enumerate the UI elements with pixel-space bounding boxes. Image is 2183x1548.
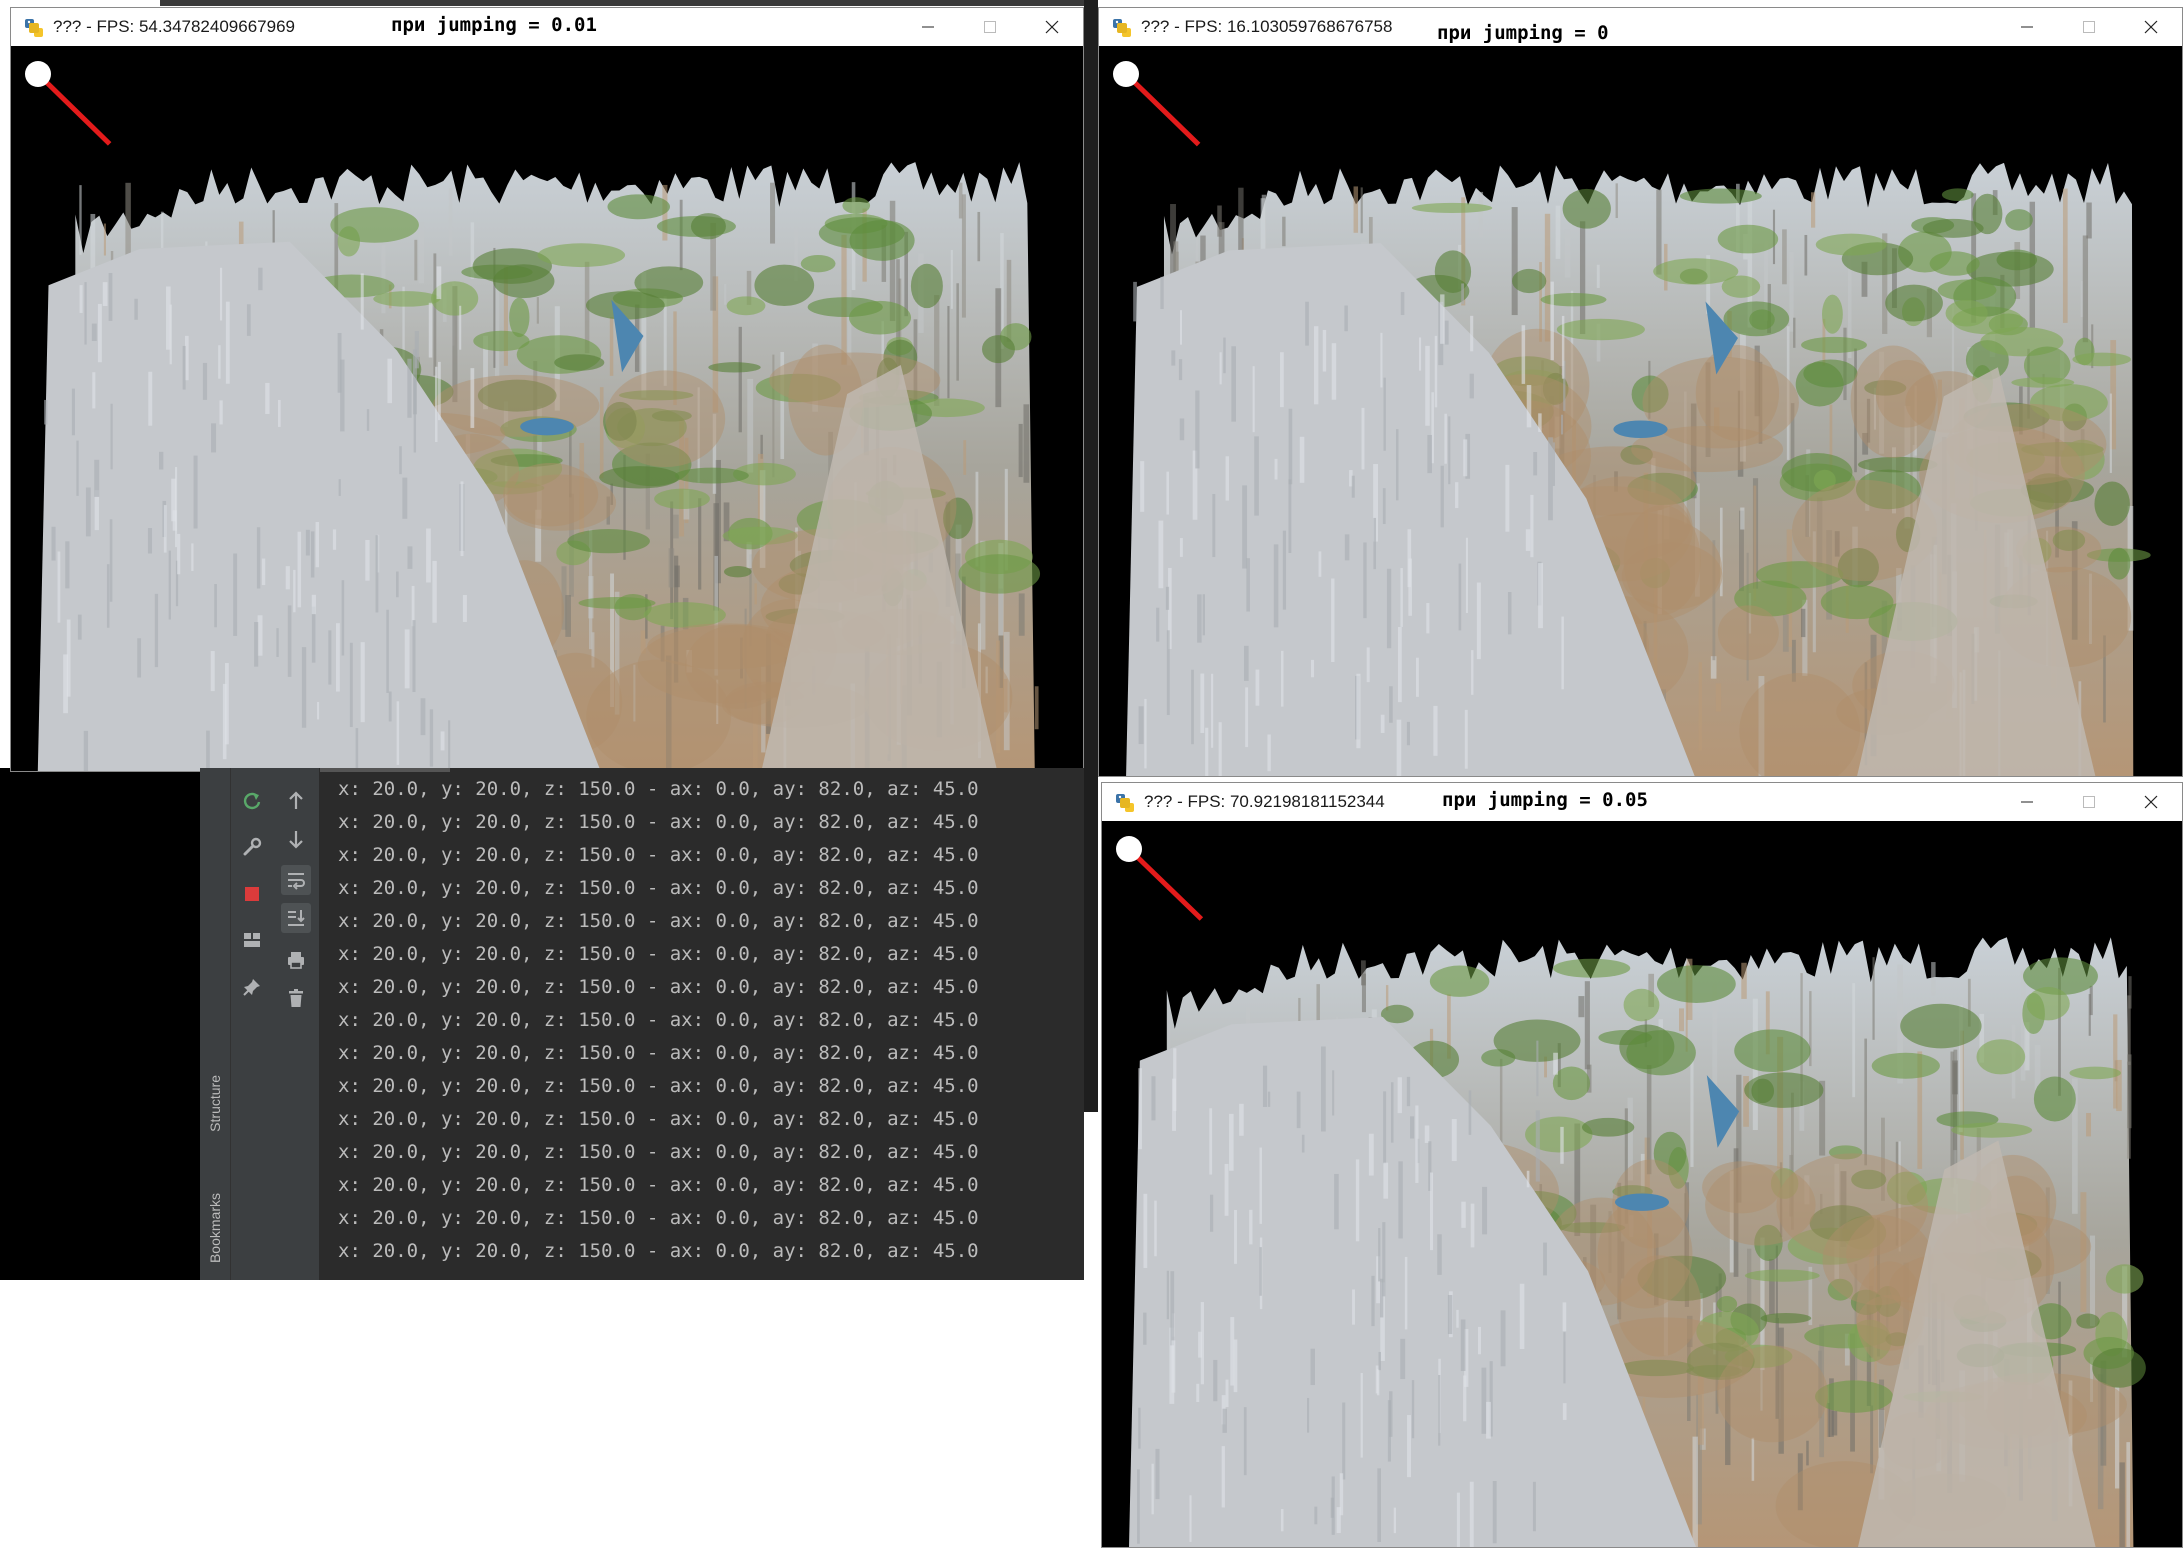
close-button[interactable] bbox=[2120, 783, 2182, 821]
maximize-icon bbox=[984, 21, 996, 33]
ide-run-panel: Structure Bookmarks x: 20.0, y: 20.0, z:… bbox=[200, 768, 1084, 1280]
layout-button[interactable] bbox=[231, 923, 273, 957]
trash-icon bbox=[289, 989, 303, 1007]
soft-wrap-icon bbox=[288, 873, 305, 890]
console-line: x: 20.0, y: 20.0, z: 150.0 - ax: 0.0, ay… bbox=[338, 1174, 979, 1196]
jumping-caption: при jumping = 0.05 bbox=[1442, 789, 1648, 811]
ide-side-tabs: Structure Bookmarks bbox=[200, 768, 231, 1280]
side-tab-structure-label: Structure bbox=[207, 1074, 223, 1132]
stop-icon bbox=[245, 887, 259, 901]
render-window-3[interactable]: ??? - FPS: 70.92198181152344 при jumping… bbox=[1101, 782, 2183, 1548]
terrain-render bbox=[25, 61, 1041, 771]
console-line: x: 20.0, y: 20.0, z: 150.0 - ax: 0.0, ay… bbox=[338, 811, 979, 833]
rerun-icon bbox=[243, 792, 261, 810]
run-toolbar-secondary bbox=[273, 768, 320, 1280]
desktop-dark-strip bbox=[1084, 0, 1098, 1112]
render-window-1[interactable]: ??? - FPS: 54.34782409667969 при jumping… bbox=[10, 7, 1084, 772]
close-icon bbox=[2144, 795, 2158, 809]
desktop-top-bar bbox=[160, 0, 1084, 6]
window-title: ??? - FPS: 54.34782409667969 bbox=[53, 17, 295, 36]
window-title: ??? - FPS: 70.92198181152344 bbox=[1144, 792, 1385, 811]
console-line: x: 20.0, y: 20.0, z: 150.0 - ax: 0.0, ay… bbox=[338, 1240, 979, 1262]
window-titlebar[interactable]: ??? - FPS: 16.103059768676758 при jumpin… bbox=[1099, 8, 2182, 46]
arrow-up-icon bbox=[289, 791, 303, 809]
scroll-to-end-button[interactable] bbox=[273, 901, 319, 935]
soft-wrap-button[interactable] bbox=[273, 863, 319, 897]
minimize-button[interactable] bbox=[1996, 783, 2058, 821]
window-titlebar[interactable]: ??? - FPS: 70.92198181152344 при jumping… bbox=[1102, 783, 2182, 821]
jumping-caption: при jumping = 0 bbox=[1437, 22, 1609, 44]
close-button[interactable] bbox=[2120, 8, 2182, 46]
close-icon bbox=[1045, 20, 1059, 34]
maximize-button[interactable] bbox=[2058, 8, 2120, 46]
scroll-up-button[interactable] bbox=[273, 784, 319, 818]
printer-icon bbox=[288, 952, 304, 969]
maximize-icon bbox=[2083, 796, 2095, 808]
jumping-caption: при jumping = 0.01 bbox=[391, 14, 597, 36]
scroll-to-end-icon bbox=[288, 910, 305, 926]
console-line: x: 20.0, y: 20.0, z: 150.0 - ax: 0.0, ay… bbox=[338, 943, 979, 965]
pin-button[interactable] bbox=[231, 970, 273, 1004]
console-line: x: 20.0, y: 20.0, z: 150.0 - ax: 0.0, ay… bbox=[338, 910, 979, 932]
close-icon bbox=[2144, 20, 2158, 34]
terrain-viewport[interactable] bbox=[11, 46, 1083, 771]
clear-button[interactable] bbox=[273, 981, 319, 1015]
side-tab-structure[interactable]: Structure bbox=[200, 1053, 230, 1153]
minimize-icon bbox=[922, 26, 934, 28]
console-line: x: 20.0, y: 20.0, z: 150.0 - ax: 0.0, ay… bbox=[338, 1108, 979, 1130]
maximize-button[interactable] bbox=[2058, 783, 2120, 821]
arrow-down-icon bbox=[289, 831, 303, 849]
settings-button[interactable] bbox=[231, 830, 273, 864]
minimize-button[interactable] bbox=[1996, 8, 2058, 46]
side-tab-bookmarks-label: Bookmarks bbox=[207, 1192, 223, 1264]
run-toolbar-primary bbox=[231, 768, 273, 1280]
console-line: x: 20.0, y: 20.0, z: 150.0 - ax: 0.0, ay… bbox=[338, 1075, 979, 1097]
console-line: x: 20.0, y: 20.0, z: 150.0 - ax: 0.0, ay… bbox=[338, 1207, 979, 1229]
python-icon bbox=[1113, 19, 1131, 37]
scroll-down-button[interactable] bbox=[273, 822, 319, 856]
terrain-render bbox=[1113, 61, 2151, 776]
console-line: x: 20.0, y: 20.0, z: 150.0 - ax: 0.0, ay… bbox=[338, 976, 979, 998]
terrain-render bbox=[1116, 836, 2146, 1547]
pin-icon bbox=[243, 979, 260, 996]
console-line: x: 20.0, y: 20.0, z: 150.0 - ax: 0.0, ay… bbox=[338, 877, 979, 899]
desktop-dark-area bbox=[0, 768, 200, 1280]
console-line: x: 20.0, y: 20.0, z: 150.0 - ax: 0.0, ay… bbox=[338, 778, 979, 800]
console-line: x: 20.0, y: 20.0, z: 150.0 - ax: 0.0, ay… bbox=[338, 1141, 979, 1163]
console-line: x: 20.0, y: 20.0, z: 150.0 - ax: 0.0, ay… bbox=[338, 1009, 979, 1031]
side-tab-bookmarks[interactable]: Bookmarks bbox=[200, 1178, 230, 1278]
print-button[interactable] bbox=[273, 943, 319, 977]
python-icon bbox=[25, 19, 43, 37]
window-titlebar[interactable]: ??? - FPS: 54.34782409667969 при jumping… bbox=[11, 8, 1083, 46]
console-line: x: 20.0, y: 20.0, z: 150.0 - ax: 0.0, ay… bbox=[338, 1042, 979, 1064]
terrain-viewport[interactable] bbox=[1102, 821, 2182, 1547]
console-output[interactable]: x: 20.0, y: 20.0, z: 150.0 - ax: 0.0, ay… bbox=[320, 768, 1084, 1280]
rerun-button[interactable] bbox=[231, 784, 273, 818]
minimize-button[interactable] bbox=[897, 8, 959, 46]
stop-button[interactable] bbox=[231, 877, 273, 911]
console-line: x: 20.0, y: 20.0, z: 150.0 - ax: 0.0, ay… bbox=[338, 844, 979, 866]
window-title: ??? - FPS: 16.103059768676758 bbox=[1141, 17, 1393, 36]
render-window-2[interactable]: ??? - FPS: 16.103059768676758 при jumpin… bbox=[1098, 7, 2183, 777]
maximize-button[interactable] bbox=[959, 8, 1021, 46]
minimize-icon bbox=[2021, 26, 2033, 28]
terrain-viewport[interactable] bbox=[1099, 46, 2182, 776]
maximize-icon bbox=[2083, 21, 2095, 33]
minimize-icon bbox=[2021, 801, 2033, 803]
wrench-icon bbox=[243, 837, 262, 856]
console-scroll-indicator bbox=[320, 768, 450, 772]
layout-icon bbox=[244, 933, 260, 947]
python-icon bbox=[1116, 794, 1134, 812]
close-button[interactable] bbox=[1021, 8, 1083, 46]
